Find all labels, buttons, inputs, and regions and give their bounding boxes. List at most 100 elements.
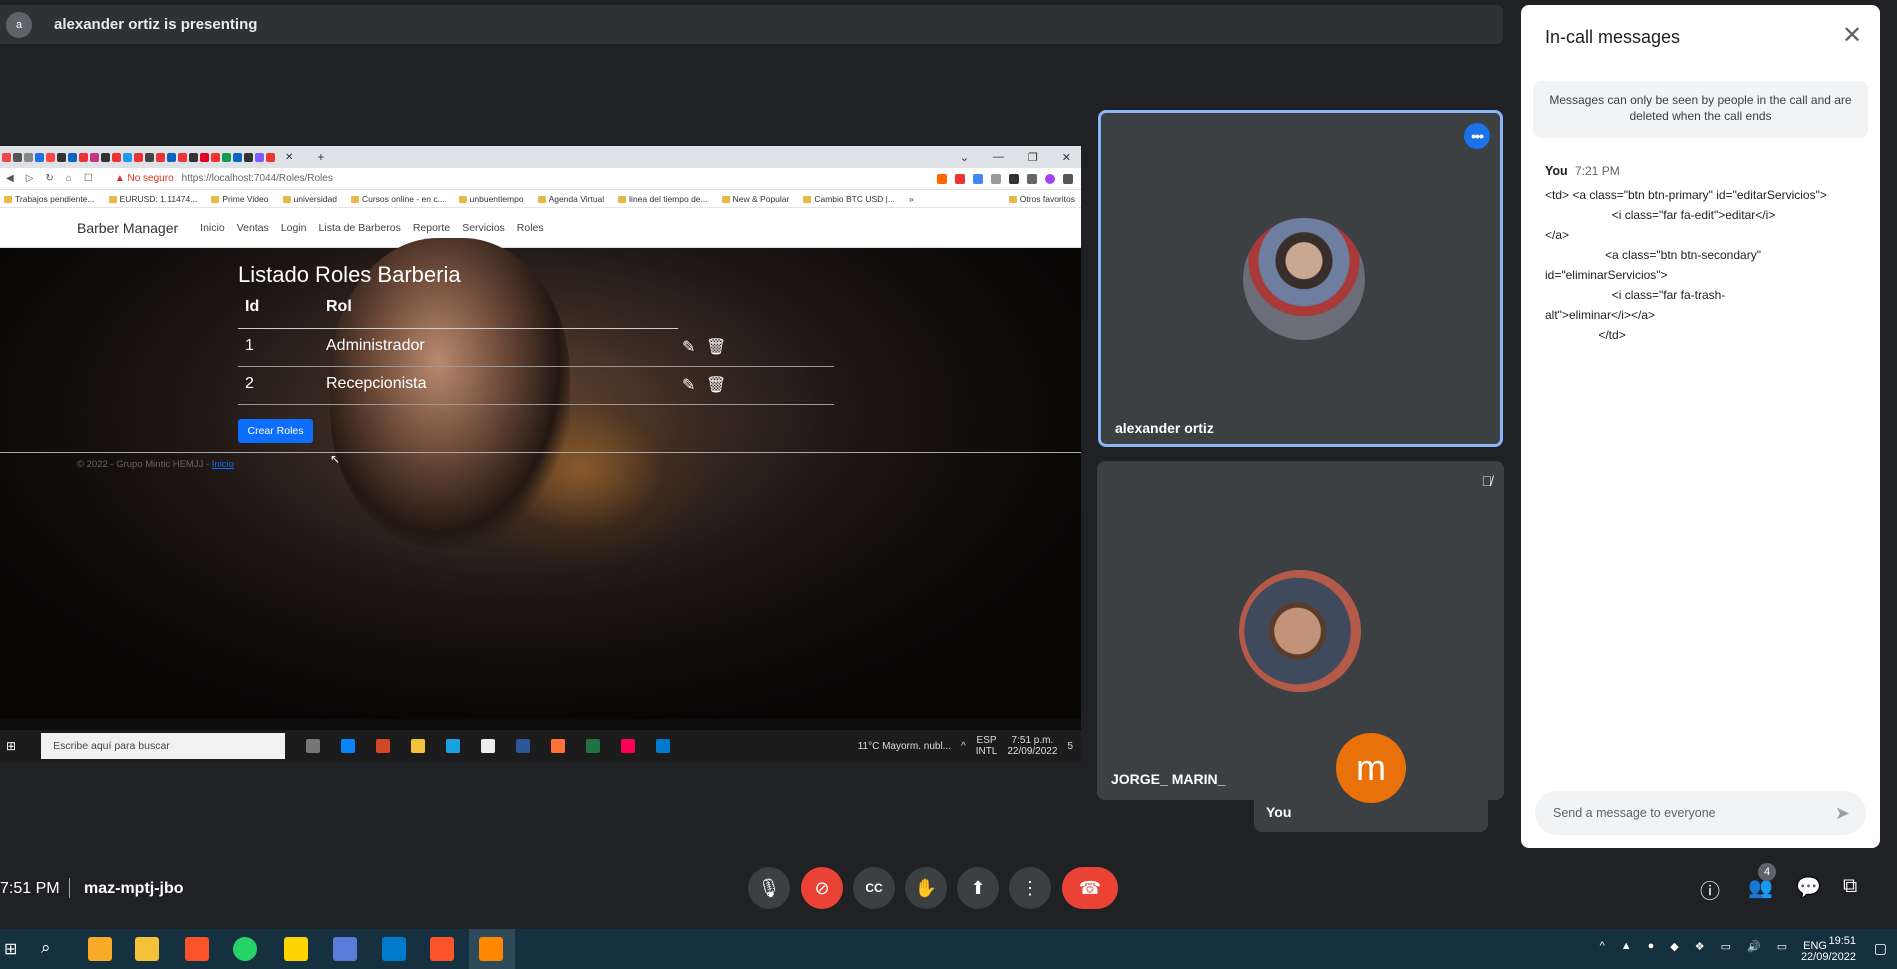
tab-favicon[interactable] <box>200 152 209 162</box>
weather-text[interactable]: 11°C Mayorm. nubl... <box>858 741 951 752</box>
excel-icon[interactable] <box>586 739 601 753</box>
activities-icon[interactable]: ⧉ <box>1843 875 1857 898</box>
notification-count[interactable]: 5 <box>1067 741 1073 752</box>
vscode-icon[interactable] <box>382 937 406 961</box>
more-options-icon[interactable]: ••• <box>1464 123 1490 149</box>
bookmark-icon[interactable]: ☐ <box>84 173 93 184</box>
other-favorites[interactable]: Otros favoritos <box>1009 194 1081 204</box>
taskbar-search[interactable]: Escribe aquí para buscar <box>41 733 286 759</box>
tab-favicon[interactable] <box>178 152 187 162</box>
bookmark-item[interactable]: Agenda Virtual <box>538 194 605 204</box>
info-icon[interactable]: ⓘ <box>1700 875 1720 904</box>
chat-icon[interactable]: 💬 <box>1796 875 1821 900</box>
meeting-code[interactable]: maz-mptj-jbo <box>84 880 184 898</box>
explorer-icon[interactable] <box>411 739 426 753</box>
tab-favicon[interactable] <box>35 152 44 162</box>
usb-icon[interactable]: ▭ <box>1721 940 1731 953</box>
file-explorer-icon[interactable] <box>135 937 159 961</box>
camera-off-button[interactable]: ⊘ <box>801 867 843 909</box>
nav-link-login[interactable]: Login <box>281 222 307 234</box>
windows-start-icon[interactable]: ⊞ <box>6 739 16 753</box>
wallet-icon[interactable] <box>1027 173 1037 184</box>
tab-favicon[interactable] <box>222 152 231 162</box>
forward-icon[interactable]: ▷ <box>26 173 34 184</box>
menu-icon[interactable] <box>1063 173 1073 184</box>
self-tile[interactable]: m You <box>1254 701 1488 832</box>
create-roles-button[interactable]: Crear Roles <box>238 419 313 443</box>
app-brand[interactable]: Barber Manager <box>77 220 178 236</box>
word-icon[interactable] <box>516 739 531 753</box>
brave-shield-icon[interactable] <box>937 173 947 184</box>
close-tab-icon[interactable]: ✕ <box>285 152 293 163</box>
network-icon[interactable]: ▭ <box>1777 940 1787 953</box>
system-clock[interactable]: 19:51 22/09/2022 <box>1801 933 1856 965</box>
send-icon[interactable]: ➤ <box>1835 803 1850 824</box>
whatsapp-icon[interactable] <box>233 937 257 961</box>
tab-favicon[interactable] <box>13 152 22 162</box>
edit-icon[interactable]: ✎ <box>682 337 700 357</box>
tab-favicon[interactable] <box>90 152 99 162</box>
tab-favicon[interactable] <box>145 152 154 162</box>
translate-icon[interactable] <box>973 173 983 184</box>
tab-search-icon[interactable]: ⌄ <box>960 151 969 164</box>
tab-favicon[interactable] <box>101 152 110 162</box>
dropbox-icon[interactable]: ❖ <box>1695 940 1705 953</box>
leave-call-button[interactable]: ☎ <box>1062 867 1118 909</box>
tab-favicon[interactable] <box>24 152 33 162</box>
tab-favicon[interactable] <box>266 152 275 162</box>
more-options-button[interactable]: ⋮ <box>1009 867 1051 909</box>
trash-icon[interactable]: 🗑 <box>706 375 726 395</box>
bookmarks-more-icon[interactable]: » <box>909 194 914 204</box>
tab-favicon[interactable] <box>134 152 143 162</box>
taskview-icon[interactable] <box>306 739 321 753</box>
tab-favicon[interactable] <box>57 152 66 162</box>
sublime-icon[interactable] <box>88 937 112 961</box>
bookmark-item[interactable]: unbuentiempo <box>459 194 524 204</box>
mic-tray-icon[interactable]: ● <box>1648 940 1655 953</box>
trash-icon[interactable]: 🗑 <box>706 337 726 357</box>
nav-link-servicios[interactable]: Servicios <box>462 222 505 234</box>
brave-icon[interactable] <box>430 937 454 961</box>
shared-clock[interactable]: 7:51 p.m. 22/09/2022 <box>1007 735 1057 757</box>
bookmark-item[interactable]: Prime Video <box>211 194 268 204</box>
windows-start-icon[interactable]: ⊞ <box>4 939 17 959</box>
captions-button[interactable]: CC <box>853 867 895 909</box>
app-icon[interactable] <box>333 937 357 961</box>
app-icon[interactable] <box>284 937 308 961</box>
brave-icon[interactable] <box>185 937 209 961</box>
rewards-icon[interactable] <box>955 173 965 184</box>
tab-favicon[interactable] <box>233 152 242 162</box>
tab-favicon[interactable] <box>2 152 11 162</box>
tab-favicon[interactable] <box>123 152 132 162</box>
bookmark-item[interactable]: New & Popular <box>722 194 790 204</box>
tab-favicon[interactable] <box>68 152 77 162</box>
bookmark-item[interactable]: EURUSD: 1.11474... <box>109 194 198 204</box>
new-tab-icon[interactable]: + <box>317 150 324 164</box>
microphone-button[interactable]: 🎙 <box>748 867 790 909</box>
tab-favicon[interactable] <box>189 152 198 162</box>
url-field[interactable]: https://localhost:7044/Roles/Roles <box>182 173 333 184</box>
bookmark-item[interactable]: Trabajos pendiente... <box>4 194 95 204</box>
nav-link-barberos[interactable]: Lista de Barberos <box>319 222 401 234</box>
raise-hand-button[interactable]: ✋ <box>905 867 947 909</box>
search-icon[interactable]: ⌕ <box>41 938 51 958</box>
not-secure-warning[interactable]: ▲ No seguro <box>115 173 174 184</box>
store-icon[interactable] <box>481 739 496 753</box>
nav-link-reporte[interactable]: Reporte <box>413 222 450 234</box>
tab-favicon[interactable] <box>255 152 264 162</box>
tab-favicon[interactable] <box>156 152 165 162</box>
extensions-puzzle-icon[interactable] <box>1009 173 1019 184</box>
nav-link-roles[interactable]: Roles <box>517 222 544 234</box>
defender-icon[interactable]: ◆ <box>1670 940 1678 953</box>
vlc-icon[interactable] <box>479 937 503 961</box>
nav-link-ventas[interactable]: Ventas <box>237 222 269 234</box>
powerpoint-icon[interactable] <box>376 739 391 753</box>
reload-icon[interactable]: ↻ <box>45 173 53 184</box>
back-icon[interactable]: ◀ <box>6 173 14 184</box>
restore-icon[interactable]: ❐ <box>1028 151 1038 164</box>
lang-indicator[interactable]: ESP INTL <box>976 735 998 757</box>
close-window-icon[interactable]: ✕ <box>1062 151 1071 164</box>
edit-icon[interactable]: ✎ <box>682 375 700 395</box>
participant-tile-alexander[interactable]: ••• alexander ortiz <box>1098 110 1503 447</box>
vscode-icon[interactable] <box>656 739 671 753</box>
